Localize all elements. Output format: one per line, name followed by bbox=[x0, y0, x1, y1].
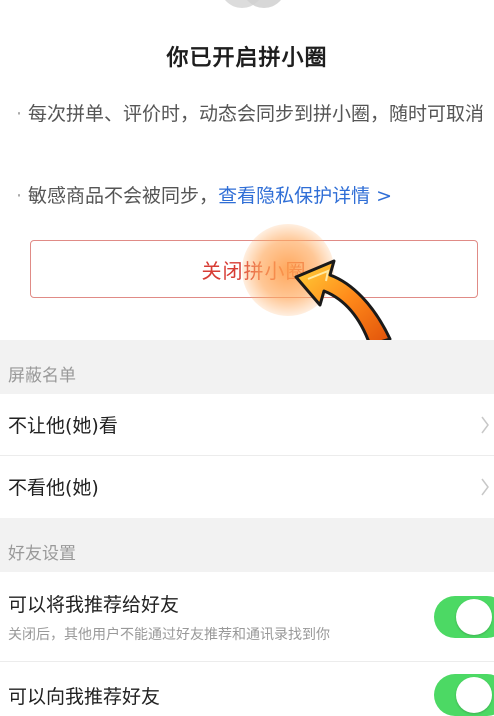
list-item-label: 不看他(她) bbox=[8, 477, 99, 499]
list-item-mute[interactable]: 不看他(她) bbox=[0, 456, 494, 518]
setting-label: 可以向我推荐好友 bbox=[8, 686, 161, 708]
list-item-hide-from[interactable]: 不让他(她)看 bbox=[0, 394, 494, 456]
info-bullet-privacy: · 敏感商品不会被同步，查看隐私保护详情 > bbox=[16, 180, 486, 212]
header-illustration-icon bbox=[225, 0, 281, 8]
bullet-dot: · bbox=[16, 185, 23, 207]
friend-settings-section-header: 好友设置 bbox=[0, 518, 494, 572]
recommend-friends-toggle[interactable] bbox=[434, 674, 494, 716]
pointer-arrow-icon bbox=[294, 259, 392, 347]
section-title: 好友设置 bbox=[8, 544, 76, 564]
bullet-text: 每次拼单、评价时，动态会同步到拼小圈，随时可取消 bbox=[28, 103, 485, 125]
bullet-text: 敏感商品不会被同步， bbox=[28, 185, 219, 207]
setting-recommend-friends: 可以向我推荐好友 bbox=[0, 662, 494, 716]
toggle-knob bbox=[456, 599, 492, 635]
setting-label: 可以将我推荐给好友 bbox=[8, 594, 180, 616]
chevron-right-icon bbox=[481, 416, 489, 434]
block-list-section-header: 屏蔽名单 bbox=[0, 340, 494, 394]
setting-description: 关闭后，其他用户不能通过好友推荐和通讯录找到你 bbox=[8, 627, 330, 643]
page-title: 你已开启拼小圈 bbox=[166, 46, 328, 71]
recommend-me-toggle[interactable] bbox=[434, 596, 494, 638]
setting-recommend-me: 可以将我推荐给好友 关闭后，其他用户不能通过好友推荐和通讯录找到你 bbox=[0, 572, 494, 662]
bullet-dot: · bbox=[16, 103, 23, 125]
privacy-details-link[interactable]: 查看隐私保护详情 > bbox=[218, 185, 392, 207]
info-bullet-sync: · 每次拼单、评价时，动态会同步到拼小圈，随时可取消 bbox=[16, 98, 486, 130]
toggle-knob bbox=[456, 677, 492, 713]
section-title: 屏蔽名单 bbox=[8, 366, 76, 386]
list-item-label: 不让他(她)看 bbox=[8, 415, 118, 437]
chevron-right-icon bbox=[481, 478, 489, 496]
